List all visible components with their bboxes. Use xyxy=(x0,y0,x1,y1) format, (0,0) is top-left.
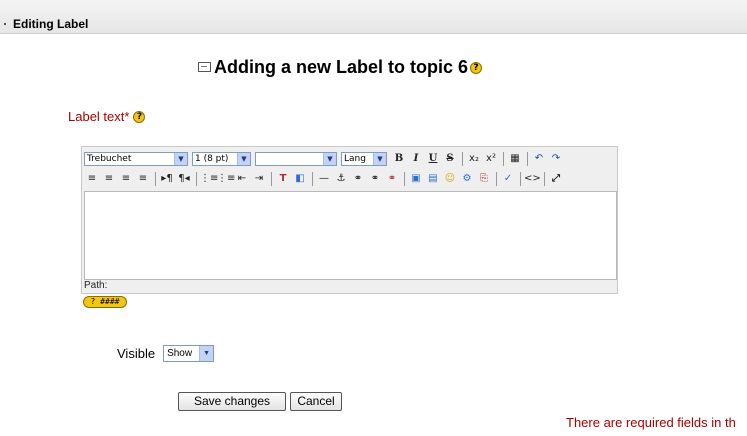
anchor-icon[interactable]: ⚓ xyxy=(333,171,349,187)
save-changes-button[interactable]: Save changes xyxy=(178,392,286,411)
subscript-button[interactable]: x₂ xyxy=(466,151,482,167)
language-value: Lang xyxy=(344,154,366,164)
unlink-icon[interactable]: ⚭ xyxy=(367,171,383,187)
spellcheck-icon[interactable]: ✓ xyxy=(500,171,516,187)
clean-word-button[interactable]: ▦ xyxy=(507,151,523,167)
chevron-down-icon: ▼ xyxy=(199,346,214,361)
superscript-button[interactable]: x² xyxy=(483,151,499,167)
align-justify-icon[interactable]: ≡ xyxy=(135,171,151,187)
unordered-list-icon[interactable]: ⋮≡ xyxy=(217,171,235,187)
visible-select-value: Show xyxy=(167,348,193,359)
visible-field: Visible Show ▼ xyxy=(117,345,215,362)
html-source-icon[interactable]: <> xyxy=(524,171,541,187)
ordered-list-icon[interactable]: ⋮≡ xyxy=(200,171,218,187)
font-family-value: Trebuchet xyxy=(87,154,132,164)
keyboard-help-icon[interactable]: ? #### xyxy=(83,296,127,308)
chevron-down-icon: ▼ xyxy=(323,153,336,165)
redo-icon[interactable]: ↷ xyxy=(548,151,564,167)
align-left-icon[interactable]: ≡ xyxy=(84,171,100,187)
toolbar-divider xyxy=(196,172,197,186)
breadcrumb-bullet xyxy=(4,23,6,25)
toolbar-divider xyxy=(496,172,497,186)
label-text-help-icon[interactable]: ? xyxy=(133,110,146,123)
ltr-icon[interactable]: ▸¶ xyxy=(159,171,175,187)
insert-table-icon[interactable]: ▤ xyxy=(425,171,441,187)
font-size-select[interactable]: 1 (8 pt) ▼ xyxy=(192,152,251,166)
toolbar-divider xyxy=(503,152,504,166)
align-center-icon[interactable]: ≡ xyxy=(101,171,117,187)
format-select[interactable]: ▼ xyxy=(255,152,337,166)
background-color-icon[interactable]: ◧ xyxy=(292,171,308,187)
page-title: Adding a new Label to topic 6 ? xyxy=(198,57,483,78)
visible-label: Visible xyxy=(117,346,156,361)
search-replace-icon[interactable]: ⎘ xyxy=(476,171,492,187)
chevron-down-icon: ▼ xyxy=(174,153,187,165)
chevron-down-icon: ▼ xyxy=(373,153,386,165)
horizontal-rule-icon[interactable]: — xyxy=(316,171,332,187)
toolbar-divider xyxy=(155,172,156,186)
editor-toolbar-row-1: Trebuchet ▼ 1 (8 pt) ▼ ▼ Lang ▼ B I U S … xyxy=(84,149,565,169)
required-fields-note: There are required fields in th xyxy=(566,415,736,430)
strikethrough-button[interactable]: S xyxy=(442,151,458,167)
special-char-icon[interactable]: ⚙ xyxy=(459,171,475,187)
nolink-icon[interactable]: ⚭ xyxy=(384,171,400,187)
label-icon xyxy=(198,61,211,72)
underline-button[interactable]: U xyxy=(425,151,441,167)
cancel-button[interactable]: Cancel xyxy=(290,392,342,411)
editor-toolbar-row-2: ≡ ≡ ≡ ≡ ▸¶ ¶◂ ⋮≡ ⋮≡ ⇤ ⇥ T ◧ — ⚓ ⚭ ⚭ ⚭ ▣ … xyxy=(84,169,565,189)
editor-path-bar: Path: xyxy=(84,280,108,291)
toolbar-divider xyxy=(520,172,521,186)
toolbar-divider xyxy=(271,172,272,186)
editor-text-area[interactable] xyxy=(84,191,617,280)
bold-button[interactable]: B xyxy=(391,151,407,167)
rtl-icon[interactable]: ¶◂ xyxy=(176,171,192,187)
help-icon[interactable]: ? xyxy=(470,61,483,74)
align-right-icon[interactable]: ≡ xyxy=(118,171,134,187)
text-color-icon[interactable]: T xyxy=(275,171,291,187)
label-text-caption: Label text* xyxy=(68,109,130,124)
header-bar: Editing Label xyxy=(0,0,747,34)
html-editor: Trebuchet ▼ 1 (8 pt) ▼ ▼ Lang ▼ B I U S … xyxy=(81,146,618,294)
toolbar-divider xyxy=(462,152,463,166)
italic-button[interactable]: I xyxy=(408,151,424,167)
toolbar-divider xyxy=(312,172,313,186)
smiley-icon[interactable]: ☺ xyxy=(442,171,458,187)
font-family-select[interactable]: Trebuchet ▼ xyxy=(84,152,188,166)
link-icon[interactable]: ⚭ xyxy=(350,171,366,187)
toolbar-divider xyxy=(544,172,545,186)
undo-icon[interactable]: ↶ xyxy=(531,151,547,167)
indent-icon[interactable]: ⇥ xyxy=(251,171,267,187)
page-header-title: Editing Label xyxy=(13,17,89,31)
toolbar-divider xyxy=(404,172,405,186)
toolbar-divider xyxy=(527,152,528,166)
visible-select[interactable]: Show ▼ xyxy=(163,345,215,362)
font-size-value: 1 (8 pt) xyxy=(195,154,229,164)
language-select[interactable]: Lang ▼ xyxy=(341,152,387,166)
chevron-down-icon: ▼ xyxy=(237,153,250,165)
outdent-icon[interactable]: ⇤ xyxy=(234,171,250,187)
fullscreen-icon[interactable]: ⤢ xyxy=(548,171,564,187)
insert-image-icon[interactable]: ▣ xyxy=(408,171,424,187)
page-title-text: Adding a new Label to topic 6 xyxy=(214,57,469,77)
label-text-field-label: Label text* ? xyxy=(68,109,146,124)
